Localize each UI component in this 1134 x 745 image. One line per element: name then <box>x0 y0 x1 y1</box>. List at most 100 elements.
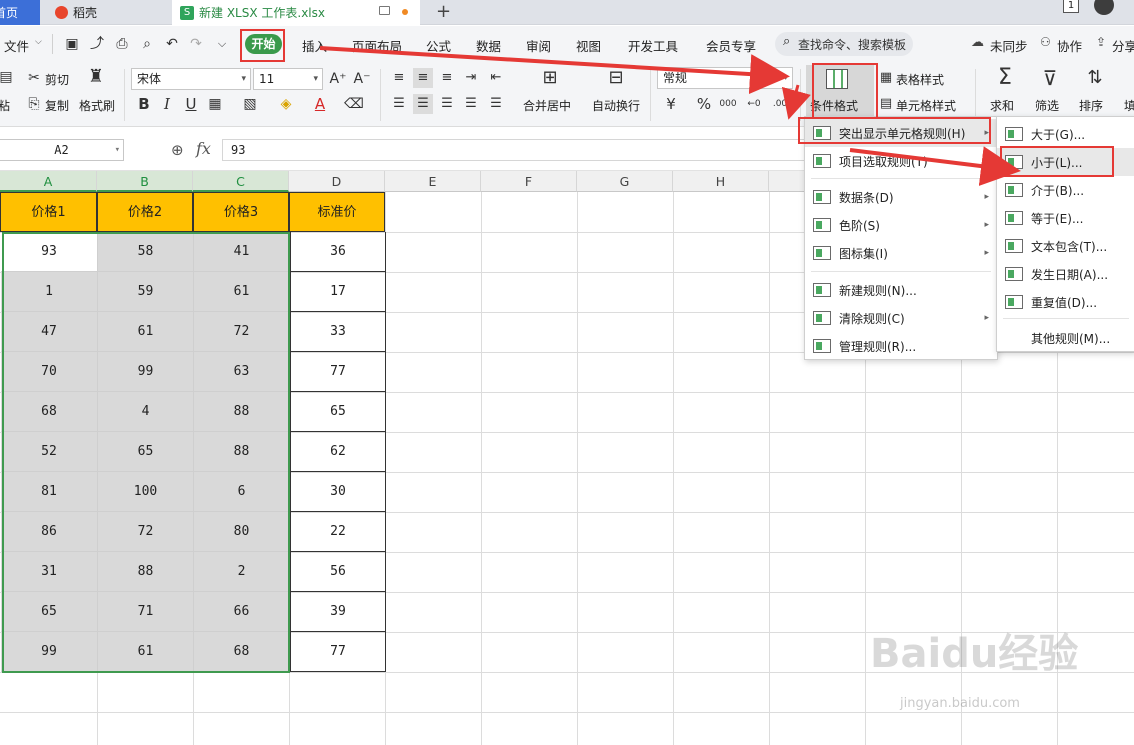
highlight-rule-item[interactable]: 小于(L)... <box>997 148 1134 176</box>
table-cell[interactable]: 100 <box>98 472 194 512</box>
column-header-f[interactable]: F <box>481 171 577 192</box>
table-cell[interactable]: 88 <box>194 392 290 432</box>
table-cell[interactable]: 81 <box>1 472 98 512</box>
tab-formulas[interactable]: 公式 <box>426 36 451 55</box>
tab-developer[interactable]: 开发工具 <box>628 36 678 55</box>
fill-button[interactable]: 填 <box>1124 97 1134 114</box>
table-cell[interactable]: 39 <box>290 592 386 632</box>
wrap-text-icon[interactable]: ⊟ <box>606 68 626 88</box>
table-cell[interactable]: 77 <box>290 632 386 672</box>
tab-insert[interactable]: 插入 <box>302 36 327 55</box>
table-cell[interactable]: 30 <box>290 472 386 512</box>
table-cell[interactable]: 17 <box>290 272 386 312</box>
table-cell[interactable]: 4 <box>98 392 194 432</box>
format-painter-button[interactable]: 格式刷 <box>79 97 115 114</box>
table-cell[interactable]: 63 <box>194 352 290 392</box>
table-cell[interactable]: 52 <box>1 432 98 472</box>
table-cell[interactable]: 6 <box>194 472 290 512</box>
table-cell[interactable]: 71 <box>98 592 194 632</box>
font-color-button[interactable]: A <box>310 94 330 114</box>
border-icon[interactable]: ▦ <box>205 94 225 114</box>
text-direction-icon[interactable]: ⇤ <box>486 68 506 88</box>
table-cell[interactable]: 93 <box>1 232 98 272</box>
tab-review[interactable]: 审阅 <box>526 36 551 55</box>
table-cell[interactable]: 68 <box>194 632 290 672</box>
align-top-icon[interactable]: ≡ <box>389 68 409 88</box>
sort-button[interactable]: 排序 <box>1079 97 1103 114</box>
copy-icon[interactable]: ⎘ <box>24 94 44 114</box>
redo-icon[interactable]: ↷ <box>186 34 206 54</box>
table-cell[interactable]: 65 <box>290 392 386 432</box>
header-cell[interactable]: 价格3 <box>193 192 289 232</box>
tab-page-layout[interactable]: 页面布局 <box>352 36 402 55</box>
table-cell[interactable]: 61 <box>194 272 290 312</box>
table-cell[interactable]: 36 <box>290 232 386 272</box>
copy-button[interactable]: 复制 <box>45 97 69 114</box>
eraser-icon[interactable]: ⌫ <box>344 94 364 114</box>
cf-menu-item[interactable]: 清除规则(C) ▸ <box>805 304 997 332</box>
undo-icon[interactable]: ↶ <box>162 34 182 54</box>
table-cell[interactable]: 58 <box>98 232 194 272</box>
table-style-icon[interactable]: ▦ <box>876 68 896 88</box>
table-cell[interactable]: 61 <box>98 312 194 352</box>
indent-icon[interactable]: ⇥ <box>461 68 481 88</box>
distribute-icon[interactable]: ☰ <box>486 94 506 114</box>
bold-button[interactable]: B <box>134 94 154 114</box>
paint-bucket-icon[interactable]: ◈ <box>276 94 296 114</box>
more-icon[interactable]: ⌵ <box>212 34 232 54</box>
table-cell[interactable]: 41 <box>194 232 290 272</box>
sum-button[interactable]: 求和 <box>990 97 1014 114</box>
tab-home[interactable]: 首页 <box>0 0 40 25</box>
tab-workbook[interactable]: S 新建 XLSX 工作表.xlsx <box>172 0 420 25</box>
function-button[interactable]: fx <box>196 139 211 158</box>
merge-center-button[interactable]: 合并居中 <box>523 97 571 114</box>
fill-color-icon[interactable]: ▧ <box>240 94 260 114</box>
header-cell[interactable]: 标准价 <box>289 192 385 232</box>
table-cell[interactable]: 72 <box>194 312 290 352</box>
cf-menu-item[interactable]: 数据条(D) ▸ <box>805 183 997 211</box>
sort-icon[interactable]: ⇅ <box>1085 68 1105 88</box>
cell-style-icon[interactable]: ▤ <box>876 94 896 114</box>
header-cell[interactable]: 价格1 <box>0 192 97 232</box>
highlight-rule-item[interactable]: 发生日期(A)... <box>997 260 1134 288</box>
table-cell[interactable]: 86 <box>1 512 98 552</box>
table-cell[interactable]: 65 <box>98 432 194 472</box>
highlight-rule-item[interactable]: 介于(B)... <box>997 176 1134 204</box>
name-box[interactable]: A2 ▾ <box>0 139 124 161</box>
paste-label[interactable]: 粘 <box>0 97 10 114</box>
format-painter-icon[interactable]: ♜ <box>86 67 106 87</box>
align-right-icon[interactable]: ☰ <box>437 94 457 114</box>
align-bottom-icon[interactable]: ≡ <box>437 68 457 88</box>
table-cell[interactable]: 88 <box>194 432 290 472</box>
increase-font-icon[interactable]: A⁺ <box>328 69 348 89</box>
export-icon[interactable]: ⤴ <box>87 34 107 54</box>
print-icon[interactable]: ⎙ <box>112 34 132 54</box>
column-header-h[interactable]: H <box>673 171 769 192</box>
cf-menu-item[interactable]: 色阶(S) ▸ <box>805 211 997 239</box>
cf-menu-item[interactable]: 突出显示单元格规则(H) ▸ <box>805 119 997 147</box>
file-menu[interactable]: 文件 <box>4 36 29 55</box>
zoom-icon[interactable]: ⊕ <box>171 141 184 159</box>
avatar[interactable] <box>1094 0 1114 15</box>
percent-button[interactable]: % <box>694 94 714 114</box>
wrap-text-button[interactable]: 自动换行 <box>592 97 640 114</box>
font-size-select[interactable]: 11 ▾ <box>253 68 323 90</box>
currency-button[interactable]: ¥ <box>661 94 681 114</box>
table-cell[interactable]: 1 <box>1 272 98 312</box>
cf-menu-item[interactable]: 图标集(I) ▸ <box>805 239 997 267</box>
merge-icon[interactable]: ⊞ <box>540 68 560 88</box>
cf-menu-item[interactable]: 管理规则(R)... <box>805 332 997 360</box>
paste-icon[interactable]: ▤ <box>0 67 16 87</box>
table-cell[interactable]: 70 <box>1 352 98 392</box>
highlight-rule-item[interactable]: 大于(G)... <box>997 120 1134 148</box>
highlight-rule-item[interactable]: 文本包含(T)... <box>997 232 1134 260</box>
monitor-icon[interactable] <box>379 6 390 15</box>
table-cell[interactable]: 77 <box>290 352 386 392</box>
table-cell[interactable]: 62 <box>290 432 386 472</box>
table-cell[interactable]: 59 <box>98 272 194 312</box>
underline-button[interactable]: U <box>181 94 201 114</box>
italic-button[interactable]: I <box>157 94 177 114</box>
align-left-icon[interactable]: ☰ <box>389 94 409 114</box>
column-header-a[interactable]: A <box>0 171 97 192</box>
table-cell[interactable]: 65 <box>1 592 98 632</box>
